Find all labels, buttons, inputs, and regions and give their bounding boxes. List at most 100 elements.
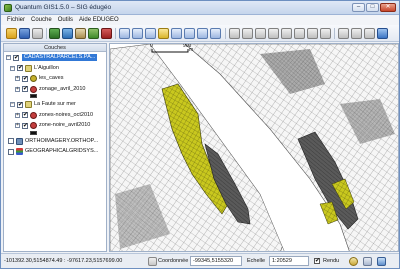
layer-checkbox[interactable]: ✔	[22, 86, 28, 92]
menu-couche[interactable]: Couche	[31, 15, 52, 25]
layer-checkbox[interactable]	[8, 138, 14, 144]
app-window: Quantum GIS1.5.0 – SIG édugéo – □ ✕ Fich…	[0, 0, 400, 269]
add-vector-icon[interactable]	[32, 28, 43, 39]
layer-checkbox[interactable]: ✔	[22, 75, 28, 82]
zoom-out-icon[interactable]	[101, 28, 112, 39]
layers-panel: Couches − ✔ CADASTRALPARCELS.PA... − ✔ L…	[3, 43, 107, 252]
save-icon[interactable]	[19, 28, 30, 39]
help-icon[interactable]	[377, 28, 388, 39]
menu-fichier[interactable]: Fichier	[7, 15, 25, 25]
layer-item-geographicalgrid[interactable]: GEOGRAPHICALGRIDSYS...	[4, 146, 106, 157]
map-canvas[interactable]: 0 900 m	[109, 43, 399, 252]
add-raster-icon[interactable]	[49, 28, 60, 39]
scale-unit-label: m	[189, 47, 194, 53]
close-button[interactable]: ✕	[380, 3, 396, 12]
label-icon[interactable]	[229, 28, 240, 39]
projection-icon[interactable]	[363, 257, 372, 266]
layer-checkbox[interactable]: ✔	[17, 101, 23, 108]
menu-bar: Fichier Couche Outils Aide EDUGEO	[1, 15, 399, 25]
zoom-in-icon[interactable]	[88, 28, 99, 39]
delete-icon[interactable]	[281, 28, 292, 39]
measure-icon[interactable]	[184, 28, 195, 39]
render-checkbox[interactable]: ✔	[314, 258, 320, 264]
layer-label: GEOGRAPHICALGRIDSYS...	[25, 148, 99, 154]
attribute-table-icon[interactable]	[197, 28, 208, 39]
copy-icon[interactable]	[307, 28, 318, 39]
select-icon[interactable]	[171, 28, 182, 39]
expand-icon[interactable]: +	[15, 112, 20, 118]
layer-label: CADASTRALPARCELS.PA...	[22, 54, 98, 61]
paste-icon[interactable]	[320, 28, 331, 39]
coordinate-icon	[148, 257, 157, 266]
toolbar-separator	[46, 28, 47, 39]
map-tips-icon[interactable]	[210, 28, 221, 39]
layer-item-la-faute[interactable]: − ✔ La Faute sur mer	[4, 99, 106, 110]
message-icon[interactable]	[377, 257, 386, 266]
tool-icon[interactable]	[364, 28, 375, 39]
layer-item-cadastral[interactable]: − ✔ CADASTRALPARCELS.PA...	[4, 52, 106, 63]
layer-item-aiguillon[interactable]: − ✔ L'Aiguillon	[4, 63, 106, 74]
toolbar-separator	[334, 28, 335, 39]
stop-render-icon[interactable]	[349, 257, 358, 266]
coordinate-field[interactable]: -99345,5155320	[190, 256, 242, 266]
window-title: Quantum GIS1.5.0 – SIG édugéo	[15, 4, 112, 11]
layer-checkbox[interactable]: ✔	[17, 65, 23, 71]
zoom-full-icon[interactable]	[119, 28, 130, 39]
title-bar: Quantum GIS1.5.0 – SIG édugéo – □ ✕	[1, 1, 399, 15]
layer-label: zonage_avril_2010	[39, 85, 86, 92]
main-toolbar	[1, 25, 399, 42]
move-icon[interactable]	[255, 28, 266, 39]
expand-icon[interactable]: +	[15, 123, 20, 128]
pan-icon[interactable]	[75, 28, 86, 39]
pin-icon[interactable]	[351, 28, 362, 39]
expand-icon[interactable]: +	[15, 86, 20, 92]
expand-icon[interactable]: +	[15, 76, 20, 81]
layer-checkbox[interactable]	[8, 148, 14, 155]
layer-label: L'Aiguillon	[34, 64, 59, 71]
collapse-icon[interactable]: −	[10, 102, 15, 107]
menu-outils[interactable]: Outils	[58, 15, 73, 25]
cut-icon[interactable]	[294, 28, 305, 39]
zoom-layer-icon[interactable]	[132, 28, 143, 39]
scale-field[interactable]: 1:20529	[269, 256, 309, 266]
layer-item-orthoimagery[interactable]: ORTHOIMAGERY.ORTHOP...	[4, 136, 106, 147]
maximize-button[interactable]: □	[366, 3, 379, 12]
map-render	[110, 44, 398, 251]
layer-label: ORTHOIMAGERY.ORTHOP...	[25, 137, 99, 144]
collapse-icon[interactable]: −	[10, 65, 15, 71]
layer-item-zones-noires-oct[interactable]: + ✔ zones-noires_oct2010	[4, 110, 106, 121]
group-icon	[25, 101, 32, 108]
layer-item-zone-noire-avril[interactable]: + ✔ zone-noire_avril2010	[4, 120, 106, 131]
toolbar-separator	[115, 28, 116, 39]
minimize-button[interactable]: –	[352, 3, 365, 12]
vector-layer-icon	[30, 111, 37, 119]
layer-item-les-caves[interactable]: + ✔ les_caves	[4, 73, 106, 84]
identify-icon[interactable]	[158, 28, 169, 39]
node-tool-icon[interactable]	[268, 28, 279, 39]
edit-icon[interactable]	[242, 28, 253, 39]
collapse-icon[interactable]: −	[6, 55, 11, 60]
layer-checkbox[interactable]: ✔	[13, 54, 19, 61]
layer-item-zonage-avril[interactable]: + ✔ zonage_avril_2010	[4, 84, 106, 95]
toolbar-separator	[225, 28, 226, 39]
status-bar: -101392.30,5154874.49 : -97617.23,515769…	[1, 253, 399, 268]
coordinate-label: Coordonnée	[158, 258, 189, 264]
scale-label: Echelle	[247, 258, 266, 264]
layer-label: zones-noires_oct2010	[39, 111, 94, 118]
legend-swatch	[30, 130, 37, 135]
layer-checkbox[interactable]: ✔	[22, 112, 28, 118]
layer-label: les_caves	[39, 75, 64, 81]
vector-layer-icon	[30, 75, 37, 82]
legend-swatch	[30, 94, 37, 98]
vector-layer-icon	[30, 85, 37, 93]
layers-panel-title: Couches	[4, 44, 106, 52]
refresh-icon[interactable]	[145, 28, 156, 39]
open-project-icon[interactable]	[6, 28, 17, 39]
layer-checkbox[interactable]: ✔	[22, 122, 28, 129]
extent-readout: -101392.30,5154874.49 : -97617.23,515769…	[4, 258, 123, 264]
vector-layer-icon	[30, 122, 37, 129]
bookmark-icon[interactable]	[338, 28, 349, 39]
window-controls: – □ ✕	[352, 3, 396, 12]
digitize-icon[interactable]	[62, 28, 73, 39]
menu-aide[interactable]: Aide EDUGEO	[79, 15, 119, 25]
